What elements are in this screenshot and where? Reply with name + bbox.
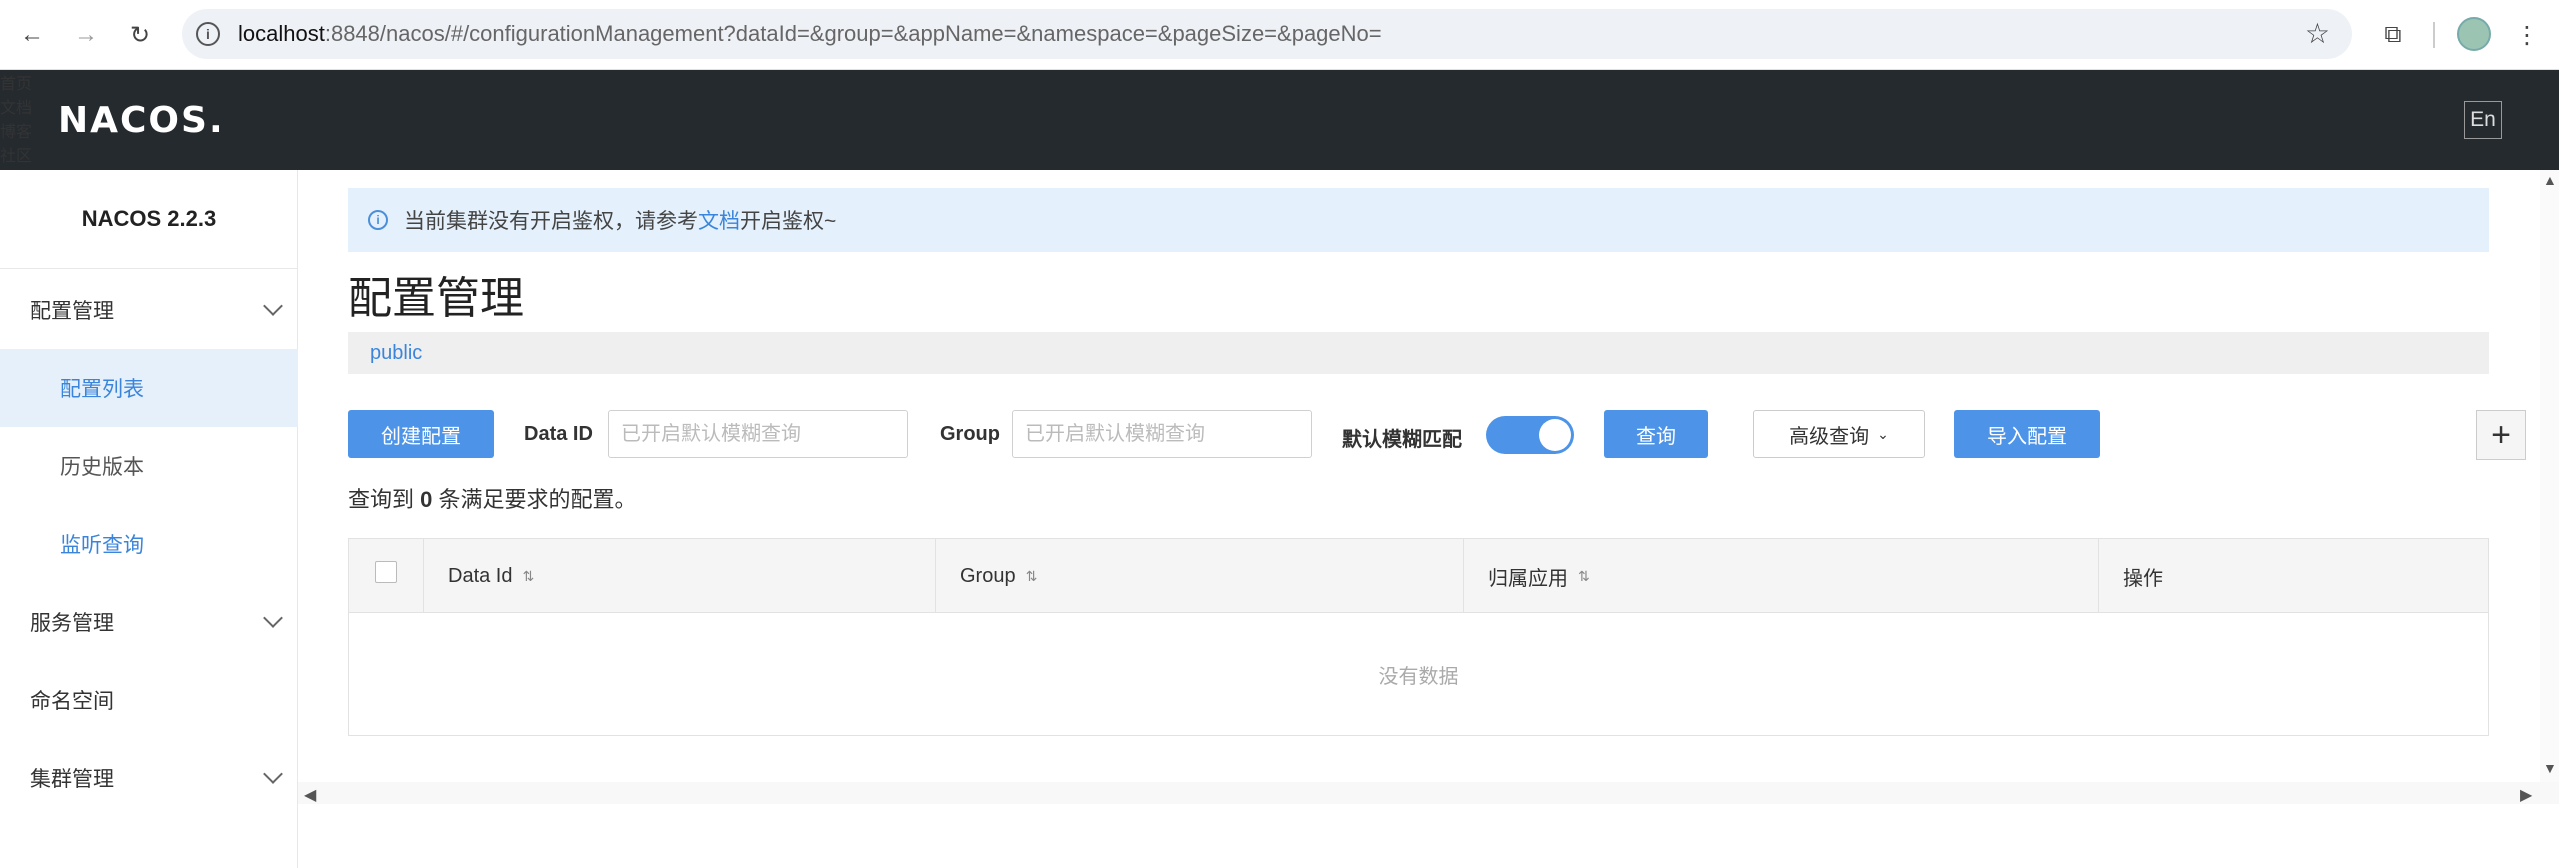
sidebar-item-label: 命名空间 [30,690,114,713]
sidebar-item-label: 历史版本 [60,456,144,479]
sidebar-item-cluster-management[interactable]: 集群管理 [0,739,298,817]
sort-icon[interactable]: ⇅ [1026,568,1038,585]
nav-home[interactable]: 首页 [0,70,2559,94]
sidebar-item-label: 监听查询 [60,534,144,557]
bookmark-star-icon[interactable]: ☆ [2305,17,2330,50]
sort-icon[interactable]: ⇅ [1578,568,1590,585]
language-switch-button[interactable]: En [2464,101,2502,139]
result-count: 0 [420,487,433,512]
version-label: NACOS 2.2.3 [81,206,217,231]
fuzzy-match-label: 默认模糊匹配 [1342,429,1462,451]
page-title: 配置管理 [348,274,524,323]
sidebar-item-label: 集群管理 [30,768,114,791]
chevron-down-icon [263,296,283,316]
result-summary: 查询到 0 条满足要求的配置。 [348,487,637,512]
sidebar-item-label: 配置列表 [60,378,144,401]
column-data-id[interactable]: Data Id ⇅ [424,539,936,613]
import-config-button[interactable]: 导入配置 [1954,410,2100,458]
reload-icon[interactable]: ↻ [122,17,158,53]
select-all-cell [349,539,424,613]
app-header: NACOS. 首页 文档 博客 社区 Nacos企业版 En [0,70,2559,189]
nav-blog[interactable]: 博客 [0,118,2559,142]
browser-menu-icon[interactable]: ⋮ [2510,18,2544,52]
sort-icon[interactable]: ⇅ [522,568,534,585]
select-all-checkbox[interactable] [375,561,397,583]
back-icon[interactable]: ← [14,17,50,53]
fuzzy-match-toggle[interactable] [1486,416,1574,454]
sidebar-item-namespace[interactable]: 命名空间 [0,661,298,739]
forward-icon[interactable]: → [68,17,104,53]
sidebar-item-listener-query[interactable]: 监听查询 [0,505,298,583]
chevron-down-icon: ⌄ [1877,425,1889,442]
namespace-bar: public [348,332,2489,374]
sidebar-item-label: 服务管理 [30,612,114,635]
toolbar-divider [2433,22,2435,48]
table-header: Data Id ⇅ Group ⇅ 归属应用 ⇅ 操作 [349,539,2488,613]
empty-state: 没有数据 [1378,665,1459,688]
sidebar: NACOS 2.2.3 配置管理 配置列表 历史版本 监听查询 服务管理 命名空… [0,170,298,868]
toggle-knob [1539,419,1571,451]
vertical-scrollbar[interactable]: ▲ ▼ [2540,170,2559,782]
column-actions: 操作 [2123,567,2163,590]
advanced-query-button[interactable]: 高级查询 ⌄ [1753,410,1925,458]
address-bar[interactable]: i localhost:8848/nacos/#/configurationMa… [182,9,2352,59]
chevron-down-icon [263,764,283,784]
sidebar-item-config-list[interactable]: 配置列表 [0,349,298,427]
sidebar-item-history[interactable]: 历史版本 [0,427,298,505]
nacos-logo[interactable]: NACOS. [58,100,225,141]
sidebar-item-label: 配置管理 [30,300,114,323]
scroll-down-icon[interactable]: ▼ [2543,760,2557,776]
scroll-up-icon[interactable]: ▲ [2543,172,2557,188]
browser-toolbar: ← → ↻ i localhost:8848/nacos/#/configura… [0,0,2559,70]
nav-community[interactable]: 社区 [0,142,2559,166]
notice-text: 当前集群没有开启鉴权，请参考文档开启鉴权~ [404,210,837,233]
site-info-icon[interactable]: i [196,22,220,46]
horizontal-scrollbar[interactable]: ◀ ▶ [298,782,2559,804]
main-content: i 当前集群没有开启鉴权，请参考文档开启鉴权~ 配置管理 public 创建配置… [298,170,2559,868]
group-input[interactable] [1012,410,1312,458]
query-button[interactable]: 查询 [1604,410,1708,458]
data-id-input[interactable] [608,410,908,458]
scroll-left-icon[interactable]: ◀ [304,785,316,805]
sidebar-item-service-management[interactable]: 服务管理 [0,583,298,661]
auth-notice: i 当前集群没有开启鉴权，请参考文档开启鉴权~ [348,188,2489,252]
notice-docs-link[interactable]: 文档 [698,210,740,233]
column-app[interactable]: 归属应用 ⇅ [1464,539,2099,613]
column-group[interactable]: Group ⇅ [936,539,1464,613]
nav-docs[interactable]: 文档 [0,94,2559,118]
add-icon[interactable]: + [2476,410,2526,460]
extensions-icon[interactable]: ⧉ [2376,18,2410,52]
create-config-button[interactable]: 创建配置 [348,410,494,458]
url-text[interactable]: localhost:8848/nacos/#/configurationMana… [238,21,1382,47]
sidebar-item-config-management[interactable]: 配置管理 [0,271,298,349]
profile-avatar[interactable] [2457,17,2491,51]
data-id-label: Data ID [524,423,593,445]
chevron-down-icon [263,608,283,628]
config-table: Data Id ⇅ Group ⇅ 归属应用 ⇅ 操作 没有数据 [348,538,2489,736]
namespace-public[interactable]: public [370,342,422,365]
scroll-right-icon[interactable]: ▶ [2520,785,2532,805]
info-icon: i [368,210,388,230]
group-label: Group [940,423,1000,445]
sidebar-divider [0,268,298,269]
query-toolbar: 创建配置 Data ID Group 默认模糊匹配 查询 高级查询⌄ 导入配置 … [348,410,2526,462]
